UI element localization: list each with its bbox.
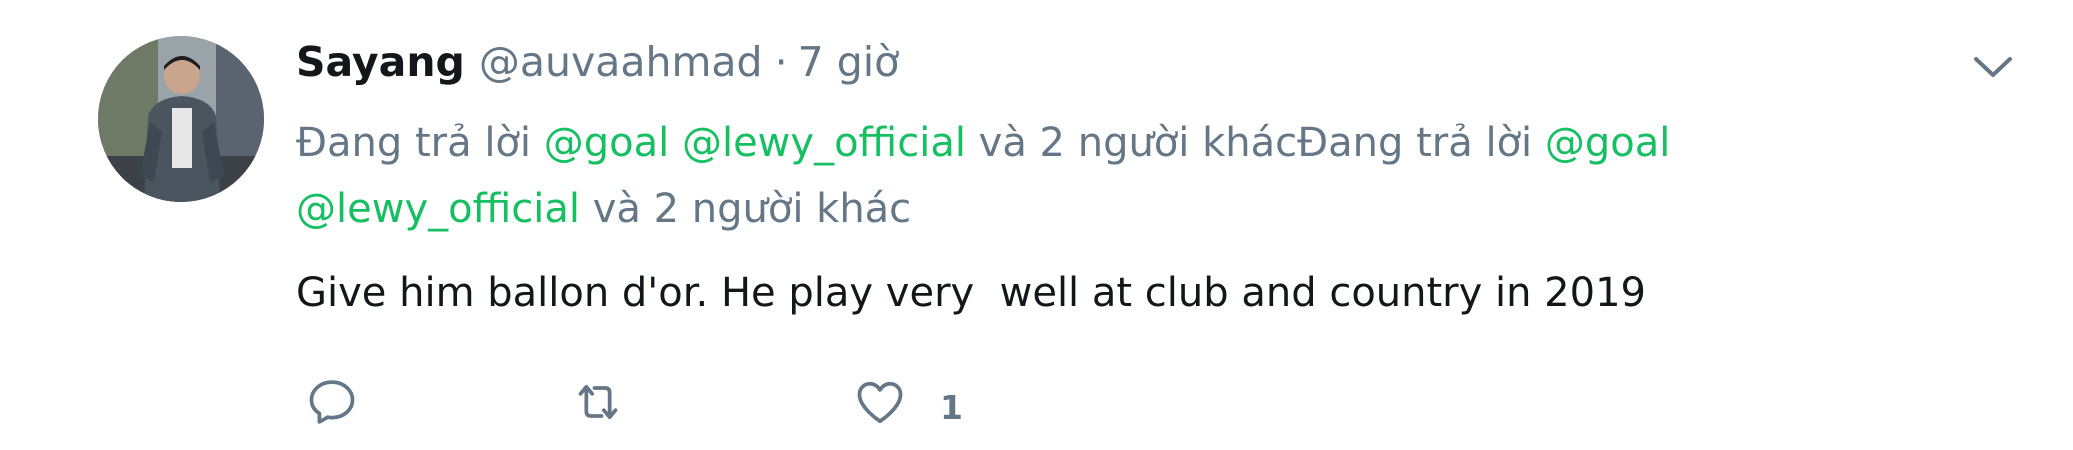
retweet-button[interactable] xyxy=(570,372,626,432)
avatar-photo xyxy=(98,36,264,202)
reply-icon xyxy=(309,380,355,424)
separator-dot: · xyxy=(774,38,788,86)
retweet-icon xyxy=(578,384,618,420)
mention-link[interactable]: @lewy_official xyxy=(682,120,966,166)
user-handle[interactable]: @auvaahmad xyxy=(479,38,763,86)
reply-context: Đang trả lời @goal @lewy_official và 2 n… xyxy=(296,110,1796,242)
reply-context-prefix: Đang trả lời xyxy=(1297,120,1545,166)
tweet-header: Sayang @auvaahmad · 7 giờ xyxy=(296,30,899,94)
mention-link[interactable]: @lewy_official xyxy=(296,186,580,232)
avatar[interactable] xyxy=(98,36,264,202)
chevron-down-icon xyxy=(1974,57,2012,77)
heart-icon xyxy=(857,381,903,423)
more-options-button[interactable] xyxy=(1965,44,2021,90)
tweet-timestamp[interactable]: 7 giờ xyxy=(798,38,900,86)
display-name[interactable]: Sayang xyxy=(296,38,465,86)
tweet-text: Give him ballon d'or. He play very well … xyxy=(296,270,1646,316)
like-count: 1 xyxy=(940,387,963,427)
reply-context-prefix: Đang trả lời xyxy=(296,120,544,166)
reply-context-suffix[interactable]: và 2 người khác xyxy=(580,186,912,232)
mention-link[interactable]: @goal xyxy=(1545,120,1671,166)
mention-link[interactable]: @goal xyxy=(544,120,670,166)
reply-context-suffix[interactable]: và 2 người khác xyxy=(966,120,1298,166)
tweet: Sayang @auvaahmad · 7 giờ Đang trả lời @… xyxy=(0,0,2073,450)
like-button[interactable]: 1 xyxy=(852,372,963,432)
reply-button[interactable] xyxy=(304,372,360,432)
